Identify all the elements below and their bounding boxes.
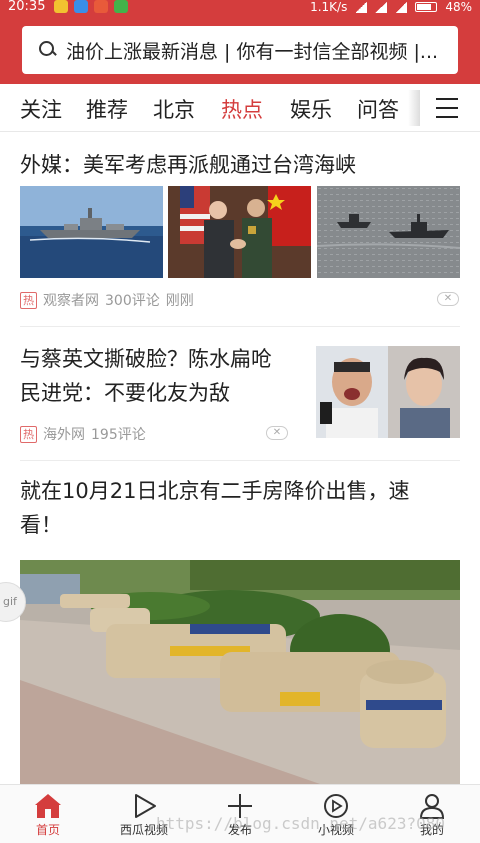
news-image-sea-ship bbox=[317, 186, 460, 278]
news-meta: 热 观察者网 300评论 刚刚 bbox=[20, 290, 194, 310]
app-notification-icon bbox=[94, 0, 108, 13]
search-hint-text: 油价上涨最新消息 | 你有一封信全部视频 |... bbox=[66, 40, 439, 63]
news-image-handshake bbox=[168, 186, 311, 278]
search-bar[interactable]: 油价上涨最新消息 | 你有一封信全部视频 |... bbox=[22, 26, 458, 74]
status-bar: 20:35 1.1K/s 48% bbox=[0, 0, 480, 18]
play-icon bbox=[135, 794, 156, 818]
tab-qa[interactable]: 问答 bbox=[357, 94, 399, 124]
battery-level: 48% bbox=[445, 0, 472, 14]
search-icon bbox=[38, 40, 58, 60]
item-divider bbox=[20, 326, 460, 327]
tab-hot[interactable]: 热点 bbox=[221, 94, 263, 124]
channel-tabs: 关注 推荐 北京 热点 娱乐 问答 bbox=[0, 84, 480, 132]
hot-badge: 热 bbox=[20, 425, 37, 443]
app-notification-icon bbox=[54, 0, 68, 13]
tabs-fade-edge bbox=[408, 90, 420, 126]
top-header: 20:35 1.1K/s 48% 油价上涨最新消息 | 你有一封信全部视频 |.… bbox=[0, 0, 480, 84]
signal-icon bbox=[395, 1, 408, 13]
news-image-portraits bbox=[316, 346, 460, 438]
news-comments: 300评论 bbox=[105, 293, 160, 309]
news-comments: 195评论 bbox=[91, 427, 146, 443]
tab-follow[interactable]: 关注 bbox=[20, 94, 62, 124]
signal-icon bbox=[375, 1, 388, 13]
news-thumbnails bbox=[20, 186, 460, 278]
news-image-benches bbox=[20, 560, 460, 784]
status-right: 1.1K/s 48% bbox=[310, 0, 472, 14]
news-source: 观察者网 bbox=[43, 293, 99, 309]
hot-badge: 热 bbox=[20, 291, 37, 309]
network-speed: 1.1K/s bbox=[310, 0, 348, 14]
notification-icons bbox=[54, 0, 128, 13]
app-notification-icon bbox=[114, 0, 128, 13]
tab-entertainment[interactable]: 娱乐 bbox=[290, 94, 332, 124]
news-source: 海外网 bbox=[43, 427, 85, 443]
news-item[interactable]: 外媒：美军考虑再派舰通过台湾海峡 bbox=[20, 148, 460, 278]
news-meta: 热 海外网 195评论 bbox=[20, 424, 146, 444]
dislike-close-icon[interactable]: ✕ bbox=[437, 292, 459, 306]
channel-menu-icon[interactable] bbox=[436, 98, 458, 118]
status-time: 20:35 bbox=[8, 0, 46, 14]
nav-home[interactable]: 首页 bbox=[8, 791, 88, 838]
dislike-close-icon[interactable]: ✕ bbox=[266, 426, 288, 440]
tab-beijing[interactable]: 北京 bbox=[153, 94, 195, 124]
nav-label: 首页 bbox=[35, 823, 60, 837]
news-image-warship bbox=[20, 186, 163, 278]
news-title[interactable]: 外媒：美军考虑再派舰通过台湾海峡 bbox=[20, 148, 460, 182]
news-title-line[interactable]: 就在10月21日北京有二手房降价出售，速 bbox=[20, 474, 460, 508]
tab-recommend[interactable]: 推荐 bbox=[86, 94, 128, 124]
wifi-icon bbox=[355, 1, 368, 13]
watermark-text: https://blog.csdn.net/a623?080 bbox=[156, 814, 445, 833]
gif-label: gif bbox=[3, 595, 17, 608]
item-divider bbox=[20, 460, 460, 461]
home-icon bbox=[35, 794, 61, 818]
news-time: 刚刚 bbox=[165, 293, 194, 309]
app-notification-icon bbox=[74, 0, 88, 13]
news-item[interactable]: 就在10月21日北京有二手房降价出售，速 看！ bbox=[20, 474, 460, 542]
battery-icon bbox=[415, 2, 438, 12]
news-title-line[interactable]: 看！ bbox=[20, 508, 460, 542]
news-feed[interactable]: 外媒：美军考虑再派舰通过台湾海峡 热 观察者网 300评论 刚刚 ✕ 与蔡英文撕… bbox=[0, 132, 480, 784]
